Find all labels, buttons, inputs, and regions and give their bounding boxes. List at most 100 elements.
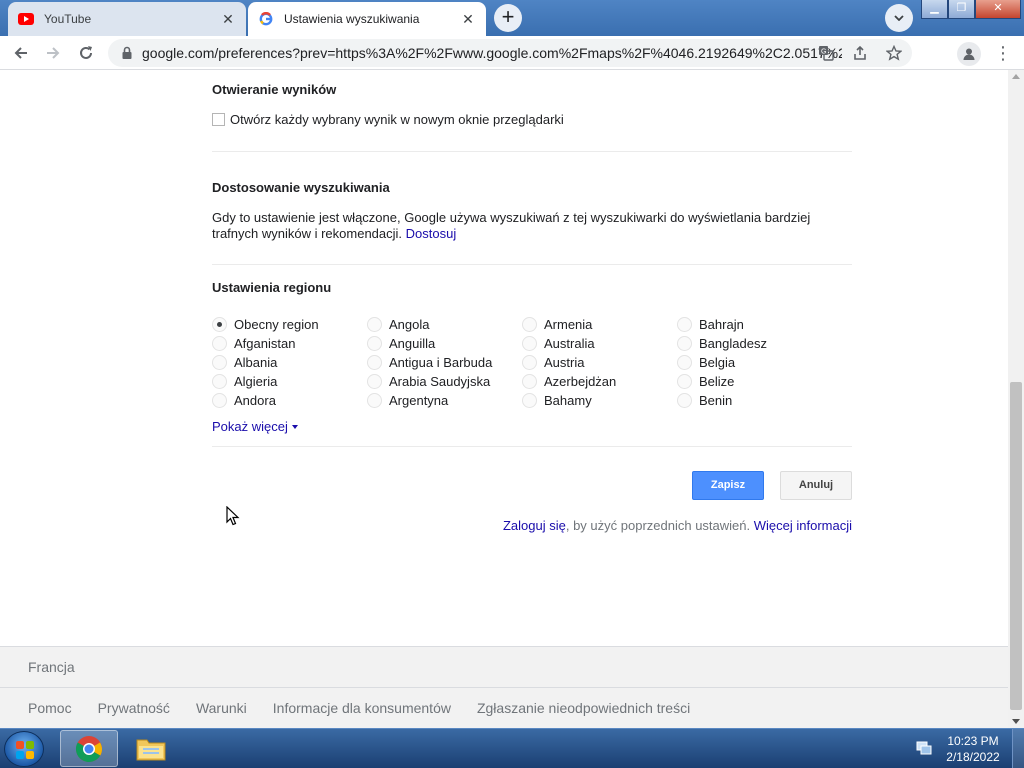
open-results-section: Otwieranie wyników Otwórz każdy wybrany … [212, 82, 852, 127]
footer-link-privacy[interactable]: Prywatność [98, 688, 170, 728]
signin-link[interactable]: Zaloguj się [503, 518, 566, 533]
radio-button[interactable] [367, 393, 382, 408]
radio-button-selected[interactable] [212, 317, 227, 332]
bookmark-star-icon[interactable] [884, 43, 904, 63]
region-option[interactable]: Austria [522, 353, 677, 372]
browser-tab-strip: YouTube ✕ Ustawienia wyszukiwania ✕ + ▁ … [0, 0, 1024, 36]
region-option[interactable]: Belgia [677, 353, 832, 372]
region-option[interactable]: Antigua i Barbuda [367, 353, 522, 372]
tab-youtube[interactable]: YouTube ✕ [8, 2, 246, 36]
save-button[interactable]: Zapisz [692, 471, 764, 500]
cancel-button[interactable]: Anuluj [780, 471, 852, 500]
new-window-option[interactable]: Otwórz każdy wybrany wynik w nowym oknie… [212, 112, 852, 127]
page-content: Otwieranie wyników Otwórz każdy wybrany … [0, 70, 1008, 728]
footer-link-terms[interactable]: Warunki [196, 688, 247, 728]
system-clock[interactable]: 10:23 PM 2/18/2022 [940, 733, 1006, 765]
show-desktop-button[interactable] [1012, 729, 1024, 768]
region-option[interactable]: Argentyna [367, 391, 522, 410]
region-option[interactable]: Bangladesz [677, 334, 832, 353]
start-button[interactable] [4, 731, 44, 767]
region-option[interactable]: Anguilla [367, 334, 522, 353]
radio-button[interactable] [367, 317, 382, 332]
customize-link[interactable]: Dostosuj [406, 226, 457, 241]
radio-button[interactable] [677, 355, 692, 370]
radio-button[interactable] [522, 374, 537, 389]
radio-button[interactable] [522, 317, 537, 332]
radio-button[interactable] [212, 374, 227, 389]
window-controls: ▁ ❐ ✕ [921, 0, 1021, 20]
close-tab-icon[interactable]: ✕ [460, 11, 476, 27]
new-tab-button[interactable]: + [494, 4, 522, 32]
region-option[interactable]: Australia [522, 334, 677, 353]
reload-button[interactable] [73, 40, 99, 66]
tab-search-button[interactable] [885, 4, 913, 32]
radio-button[interactable] [677, 317, 692, 332]
share-icon[interactable] [850, 43, 870, 63]
tab-search-settings[interactable]: Ustawienia wyszukiwania ✕ [248, 2, 486, 36]
region-option[interactable]: Angola [367, 315, 522, 334]
scroll-down-icon[interactable] [1012, 719, 1020, 724]
network-tray-icon[interactable] [916, 741, 932, 755]
region-option[interactable]: Bahrajn [677, 315, 832, 334]
section-heading: Otwieranie wyników [212, 82, 337, 97]
more-info-link[interactable]: Więcej informacji [754, 518, 852, 533]
region-option[interactable]: Belize [677, 372, 832, 391]
profile-avatar-icon[interactable] [957, 42, 981, 66]
radio-button[interactable] [212, 355, 227, 370]
radio-button[interactable] [677, 336, 692, 351]
clock-date: 2/18/2022 [946, 750, 1000, 764]
region-option[interactable]: Obecny region [212, 315, 367, 334]
radio-button[interactable] [522, 393, 537, 408]
restore-button[interactable]: ❐ [948, 0, 975, 19]
page-scrollbar[interactable] [1008, 70, 1024, 728]
radio-button[interactable] [212, 393, 227, 408]
radio-button[interactable] [522, 336, 537, 351]
minimize-button[interactable]: ▁ [921, 0, 948, 19]
region-option[interactable]: Bahamy [522, 391, 677, 410]
arrow-right-icon [47, 47, 60, 59]
forward-button[interactable] [40, 40, 66, 66]
browser-menu-icon[interactable]: ⋮ [994, 42, 1012, 66]
scrollbar-thumb[interactable] [1010, 382, 1022, 710]
taskbar-file-explorer[interactable] [122, 730, 180, 767]
section-heading: Dostosowanie wyszukiwania [212, 180, 390, 195]
windows-logo-icon [16, 741, 34, 759]
scroll-up-icon[interactable] [1012, 74, 1020, 79]
region-option[interactable]: Armenia [522, 315, 677, 334]
windows-taskbar: 10:23 PM 2/18/2022 [0, 728, 1024, 768]
region-option[interactable]: Arabia Saudyjska [367, 372, 522, 391]
region-option[interactable]: Albania [212, 353, 367, 372]
tab-title: YouTube [44, 12, 92, 26]
translate-icon[interactable]: G [816, 43, 836, 63]
region-option[interactable]: Andora [212, 391, 367, 410]
lock-icon [122, 46, 132, 59]
divider [212, 264, 852, 265]
show-more-link[interactable]: Pokaż więcej [212, 419, 298, 434]
radio-button[interactable] [367, 336, 382, 351]
caret-down-icon [291, 424, 298, 429]
region-option[interactable]: Azerbejdżan [522, 372, 677, 391]
radio-button[interactable] [367, 374, 382, 389]
divider [212, 446, 852, 447]
back-button[interactable] [8, 40, 34, 66]
browser-toolbar: google.com/preferences?prev=https%3A%2F%… [0, 36, 1024, 70]
radio-button[interactable] [522, 355, 537, 370]
region-option[interactable]: Afganistan [212, 334, 367, 353]
footer-link-report-content[interactable]: Zgłaszanie nieodpowiednich treści [477, 688, 690, 728]
close-window-button[interactable]: ✕ [975, 0, 1021, 19]
radio-button[interactable] [677, 393, 692, 408]
taskbar-chrome[interactable] [60, 730, 118, 767]
close-tab-icon[interactable]: ✕ [220, 11, 236, 27]
new-window-checkbox[interactable] [212, 113, 225, 126]
region-option[interactable]: Algieria [212, 372, 367, 391]
radio-button[interactable] [367, 355, 382, 370]
footer-link-help[interactable]: Pomoc [28, 688, 72, 728]
checkbox-label: Otwórz każdy wybrany wynik w nowym oknie… [230, 112, 564, 127]
radio-button[interactable] [677, 374, 692, 389]
section-heading: Ustawienia regionu [212, 280, 332, 295]
region-option[interactable]: Benin [677, 391, 832, 410]
radio-button[interactable] [212, 336, 227, 351]
address-bar[interactable]: google.com/preferences?prev=https%3A%2F%… [108, 39, 912, 67]
chevron-down-icon [894, 15, 904, 21]
footer-link-consumer-info[interactable]: Informacje dla konsumentów [273, 688, 451, 728]
